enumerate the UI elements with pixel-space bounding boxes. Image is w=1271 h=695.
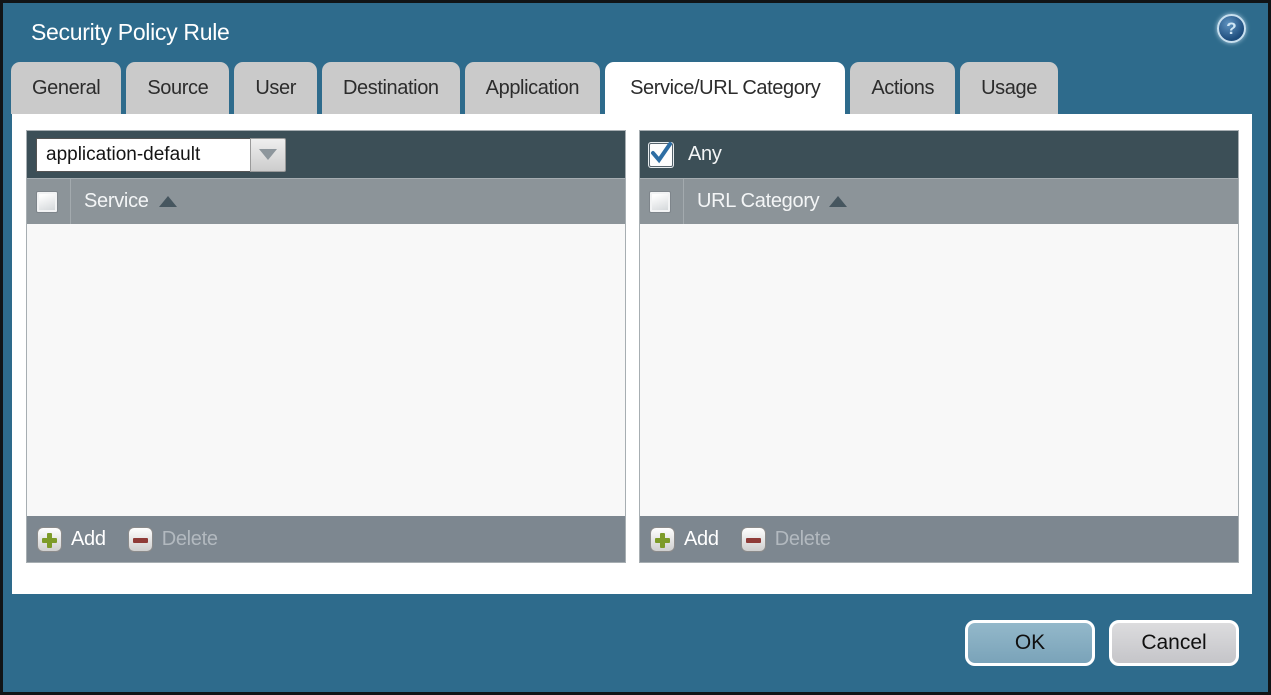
tab-content: Service Add Delete [12, 114, 1252, 594]
service-type-input[interactable] [36, 137, 250, 172]
service-column-header[interactable]: Service [84, 190, 149, 213]
plus-icon [37, 526, 62, 552]
tab-application[interactable]: Application [464, 62, 601, 114]
dialog-action-row: OK Cancel [3, 594, 1268, 692]
help-glyph: ? [1226, 18, 1237, 38]
tab-general[interactable]: General [11, 62, 122, 114]
select-all-services-checkbox[interactable] [36, 190, 58, 213]
any-label: Any [688, 143, 722, 165]
sort-ascending-icon[interactable] [158, 196, 177, 207]
plus-icon [650, 526, 675, 552]
url-category-panel-toolbar: Any [640, 131, 1238, 178]
tab-service-url-category[interactable]: Service/URL Category [605, 62, 846, 114]
column-divider [70, 179, 71, 224]
tab-destination[interactable]: Destination [321, 62, 460, 114]
service-grid-header: Service [27, 178, 625, 224]
delete-label: Delete [161, 527, 218, 550]
select-all-url-categories-checkbox[interactable] [649, 190, 671, 213]
service-list [27, 224, 625, 516]
page-title: Security Policy Rule [31, 19, 230, 45]
tab-source[interactable]: Source [126, 62, 230, 114]
delete-url-category-button[interactable]: Delete [740, 526, 831, 552]
delete-label: Delete [774, 527, 831, 550]
add-label: Add [71, 527, 106, 550]
add-service-button[interactable]: Add [37, 526, 106, 552]
add-label: Add [684, 527, 719, 550]
any-checkbox[interactable] [649, 141, 673, 167]
chevron-down-icon [259, 149, 277, 160]
minus-icon [740, 526, 766, 552]
url-category-column-header[interactable]: URL Category [697, 190, 820, 213]
tab-actions[interactable]: Actions [850, 62, 956, 114]
delete-service-button[interactable]: Delete [127, 526, 218, 552]
dropdown-arrow-button[interactable] [250, 137, 286, 172]
dialog-titlebar: Security Policy Rule ? [3, 3, 1268, 62]
service-grid-footer: Add Delete [27, 516, 625, 562]
service-type-dropdown[interactable] [36, 137, 286, 172]
cancel-button[interactable]: Cancel [1109, 620, 1239, 666]
sort-ascending-icon[interactable] [829, 196, 848, 207]
service-panel: Service Add Delete [26, 130, 626, 563]
column-divider [683, 179, 684, 224]
url-category-grid-footer: Add Delete [640, 516, 1238, 562]
add-url-category-button[interactable]: Add [650, 526, 719, 552]
checkmark-icon [651, 141, 672, 163]
tab-bar: General Source User Destination Applicat… [3, 62, 1268, 114]
tab-user[interactable]: User [234, 62, 317, 114]
url-category-panel: Any URL Category Add Delete [639, 130, 1239, 563]
security-policy-rule-dialog: Security Policy Rule ? General Source Us… [0, 0, 1271, 695]
url-category-grid-header: URL Category [640, 178, 1238, 224]
ok-button[interactable]: OK [965, 620, 1095, 666]
service-panel-toolbar [27, 131, 625, 178]
help-icon[interactable]: ? [1217, 14, 1246, 43]
url-category-list [640, 224, 1238, 516]
minus-icon [127, 526, 153, 552]
tab-usage[interactable]: Usage [960, 62, 1058, 114]
